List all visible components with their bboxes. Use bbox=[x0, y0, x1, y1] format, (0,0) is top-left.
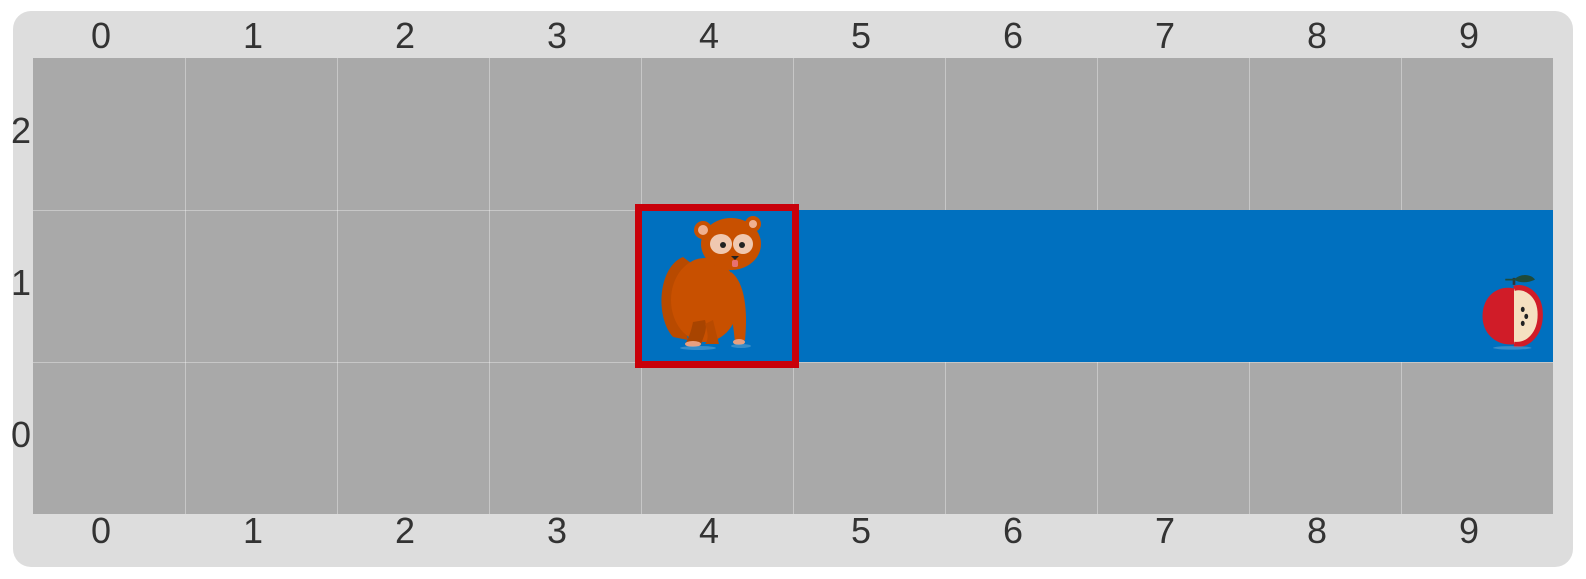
column-label: 7 bbox=[1154, 510, 1176, 551]
column-label: 2 bbox=[394, 15, 416, 56]
column-label: 8 bbox=[1306, 15, 1328, 56]
column-label: 5 bbox=[850, 15, 872, 56]
grid-line-vertical bbox=[489, 58, 490, 514]
column-label: 1 bbox=[242, 15, 264, 56]
column-label: 9 bbox=[1458, 510, 1480, 551]
column-label: 6 bbox=[1002, 15, 1024, 56]
column-label: 0 bbox=[90, 15, 112, 56]
column-label: 8 bbox=[1306, 510, 1328, 551]
column-label: 9 bbox=[1458, 15, 1480, 56]
column-label: 4 bbox=[698, 510, 720, 551]
column-label: 7 bbox=[1154, 15, 1176, 56]
row-label: 1 bbox=[10, 262, 32, 303]
column-label: 6 bbox=[1002, 510, 1024, 551]
column-label: 3 bbox=[546, 510, 568, 551]
column-label: 2 bbox=[394, 510, 416, 551]
column-label: 3 bbox=[546, 15, 568, 56]
grid-line-vertical bbox=[337, 58, 338, 514]
column-label: 5 bbox=[850, 510, 872, 551]
column-label: 4 bbox=[698, 15, 720, 56]
row-label: 0 bbox=[10, 414, 32, 455]
row-label: 2 bbox=[10, 110, 32, 151]
column-label: 0 bbox=[90, 510, 112, 551]
grid-line-vertical bbox=[185, 58, 186, 514]
game-grid bbox=[33, 58, 1553, 514]
column-label: 1 bbox=[242, 510, 264, 551]
bear-icon[interactable] bbox=[653, 212, 773, 352]
apple-icon[interactable] bbox=[1479, 272, 1549, 352]
